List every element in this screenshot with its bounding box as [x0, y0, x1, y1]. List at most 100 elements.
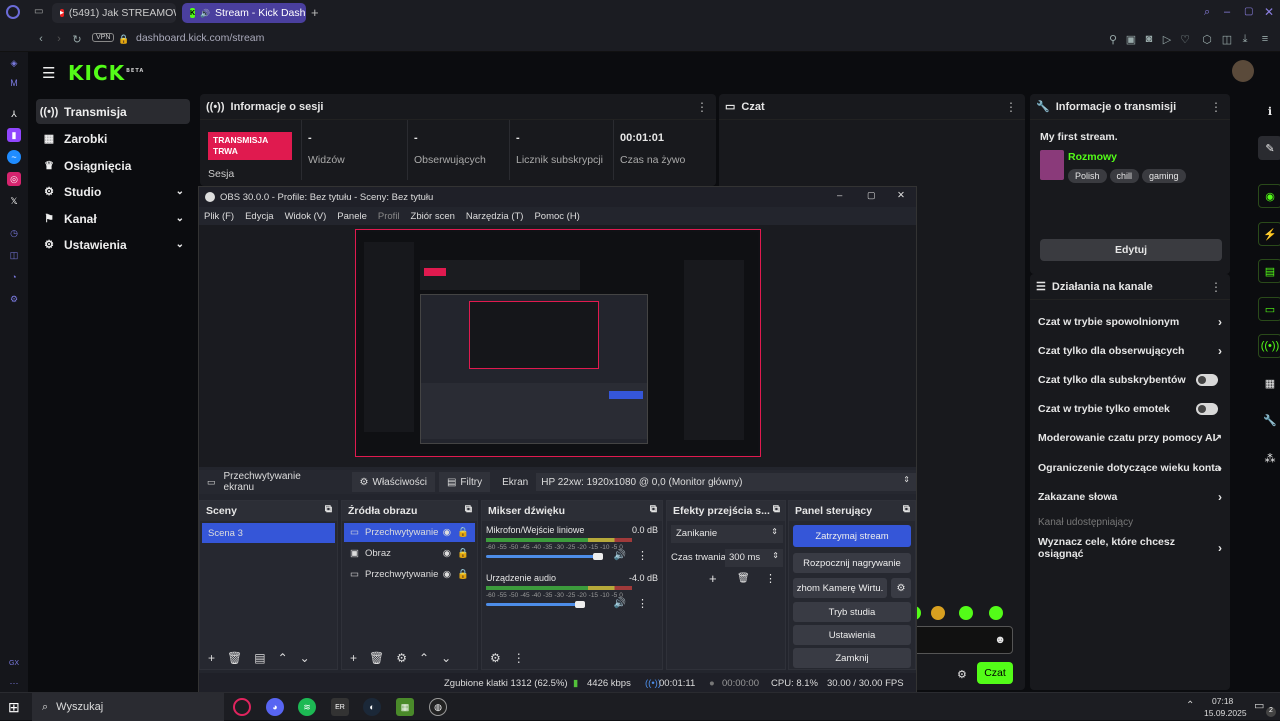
clock-date[interactable]: 15.09.2025: [1204, 708, 1247, 718]
spinner-icon[interactable]: ⇕: [772, 551, 779, 560]
history-icon[interactable]: ◷: [7, 226, 21, 240]
gx-icon[interactable]: GX: [7, 656, 21, 670]
reload-icon[interactable]: ↻: [70, 32, 84, 46]
transition-select[interactable]: Zanikanie ⇕: [671, 525, 783, 543]
twitch-icon[interactable]: ▮: [7, 128, 21, 142]
settings-sidebar-icon[interactable]: ⚙: [7, 292, 21, 306]
scene-item[interactable]: Scena 3: [202, 523, 335, 543]
more-icon[interactable]: ···: [7, 676, 21, 690]
duration-input[interactable]: 300 ms ⇕: [725, 549, 783, 567]
instagram-icon[interactable]: ◎: [7, 172, 21, 186]
gear-icon[interactable]: ⚙: [396, 651, 407, 665]
kebab-menu-icon[interactable]: ⋮: [1005, 100, 1017, 114]
player-icon[interactable]: ▷: [1160, 32, 1174, 46]
avatar[interactable]: [1232, 60, 1254, 82]
close-window-icon[interactable]: ✕: [1264, 5, 1274, 19]
start-recording-button[interactable]: Rozpocznij nagrywanie: [793, 553, 911, 573]
tab-youtube[interactable]: ▶ (5491) Jak STREAMOWAĆ: [52, 3, 176, 23]
chat-send-button[interactable]: Czat: [977, 662, 1013, 684]
speaker-icon[interactable]: 🔊: [614, 550, 626, 561]
emote-only-toggle[interactable]: [1196, 403, 1218, 415]
chat-settings-icon[interactable]: ⚙: [957, 668, 967, 681]
back-icon[interactable]: ‹: [34, 32, 48, 46]
minimize-icon[interactable]: –: [1224, 6, 1230, 18]
taskbar-search[interactable]: ⌕ Wyszukaj: [32, 693, 224, 721]
obs-taskbar-icon[interactable]: ◍: [429, 698, 447, 716]
close-icon[interactable]: ✕: [897, 190, 905, 201]
trash-icon[interactable]: 🗑: [737, 573, 750, 584]
tag[interactable]: gaming: [1142, 169, 1186, 183]
fader-knob[interactable]: [575, 601, 585, 608]
maximize-icon[interactable]: ▢: [1244, 6, 1253, 17]
eye-icon[interactable]: ◉: [443, 527, 451, 538]
up-icon[interactable]: ⌃: [278, 651, 288, 665]
fader-knob[interactable]: [593, 553, 603, 560]
action-account-age[interactable]: Ograniczenie dotyczące wieku konta ›: [1038, 458, 1222, 478]
undock-icon[interactable]: ⧉: [650, 504, 657, 515]
app-icon[interactable]: ER: [331, 698, 349, 716]
menu-icon[interactable]: ≡: [1258, 32, 1272, 46]
kick-logo[interactable]: KICKBETA: [68, 61, 144, 85]
minimize-icon[interactable]: –: [837, 190, 842, 201]
add-icon[interactable]: +: [208, 651, 215, 665]
trash-icon[interactable]: 🗑: [227, 651, 242, 665]
properties-button[interactable]: ⚙ Właściwości: [351, 472, 435, 492]
minecraft-icon[interactable]: ▦: [396, 698, 414, 716]
workspaces-icon[interactable]: ▭: [34, 6, 43, 17]
spotify-icon[interactable]: ≋: [298, 698, 316, 716]
vpn-badge[interactable]: VPN: [92, 33, 115, 42]
wallet-sidebar-icon[interactable]: ◫: [7, 248, 21, 262]
tag[interactable]: Polish: [1068, 169, 1107, 183]
forward-icon[interactable]: ›: [52, 32, 66, 46]
screen-select[interactable]: HP 22xw: 1920x1080 @ 0,0 (Monitor główny…: [536, 473, 916, 491]
edit-button[interactable]: Edytuj: [1040, 239, 1222, 261]
undock-icon[interactable]: ⧉: [325, 504, 332, 515]
volume-fader[interactable]: [486, 555, 598, 558]
url-text[interactable]: dashboard.kick.com/stream: [136, 32, 264, 44]
aria-icon[interactable]: ⅄: [7, 107, 21, 121]
messenger-chat-icon[interactable]: ~: [7, 150, 21, 164]
down-icon[interactable]: ⌄: [300, 651, 310, 665]
nav-zarobki[interactable]: ▦ Zarobki: [36, 126, 190, 151]
advanced-audio-icon[interactable]: ⚙: [490, 651, 501, 665]
tab-kick-dashboard[interactable]: K 🔊 Stream - Kick Dashbo: [182, 3, 306, 23]
lock-icon[interactable]: 🔒: [457, 548, 469, 559]
nav-ustawienia[interactable]: ⚙ Ustawienia ⌄: [36, 232, 190, 257]
action-slow-mode[interactable]: Czat w trybie spowolnionym ›: [1038, 312, 1222, 332]
menu-tools[interactable]: Narzędzia (T): [466, 211, 524, 222]
menu-scene-collection[interactable]: Zbiór scen: [411, 211, 455, 222]
pin-icon[interactable]: ⚲: [1106, 32, 1120, 46]
x-icon[interactable]: 𝕏: [7, 194, 21, 208]
trash-icon[interactable]: 🗑: [369, 651, 384, 665]
nodes-rail-icon[interactable]: ⁂: [1258, 446, 1280, 470]
menu-docks[interactable]: Panele: [337, 211, 367, 222]
stop-stream-button[interactable]: Zatrzymaj stream: [793, 525, 911, 547]
broadcast-rail-icon[interactable]: ((•)): [1258, 334, 1280, 358]
action-banned-words[interactable]: Zakazane słowa ›: [1038, 487, 1222, 507]
bolt-rail-icon[interactable]: ⚡: [1258, 222, 1280, 246]
emote-icon[interactable]: [959, 606, 973, 620]
undock-icon[interactable]: ⧉: [465, 504, 472, 515]
action-goals[interactable]: Wyznacz cele, które chcesz osiągnąć ›: [1038, 536, 1222, 560]
chat-input[interactable]: ☻: [909, 626, 1013, 654]
eye-icon[interactable]: ◉: [443, 548, 451, 559]
kebab-menu-icon[interactable]: ⋮: [637, 549, 648, 562]
virtual-camera-settings-icon[interactable]: ⚙: [891, 578, 911, 598]
speaker-icon[interactable]: 🔊: [614, 598, 626, 609]
nav-kanal[interactable]: ⚑ Kanał ⌄: [36, 206, 190, 231]
extensions-icon[interactable]: ⬡: [1200, 32, 1214, 46]
undock-icon[interactable]: ⧉: [903, 504, 910, 515]
bookmarks-icon[interactable]: ◔: [7, 270, 21, 284]
add-icon[interactable]: +: [350, 651, 357, 665]
doc-rail-icon[interactable]: ▤: [1258, 259, 1280, 283]
exit-button[interactable]: Zamknij: [793, 648, 911, 668]
opera-gx-icon[interactable]: [233, 698, 251, 716]
edit-rail-icon[interactable]: ✎: [1258, 136, 1280, 160]
filter-icon[interactable]: ▤: [254, 651, 265, 665]
kebab-menu-icon[interactable]: ⋮: [1210, 280, 1222, 294]
nav-studio[interactable]: ⚙ Studio ⌄: [36, 179, 190, 204]
discord-icon[interactable]: ◕: [266, 698, 284, 716]
wrench-rail-icon[interactable]: 🔧: [1258, 408, 1280, 432]
screen-capture-preview[interactable]: [355, 229, 761, 457]
source-item[interactable]: ▣ Obraz ◉ 🔒: [344, 544, 475, 563]
